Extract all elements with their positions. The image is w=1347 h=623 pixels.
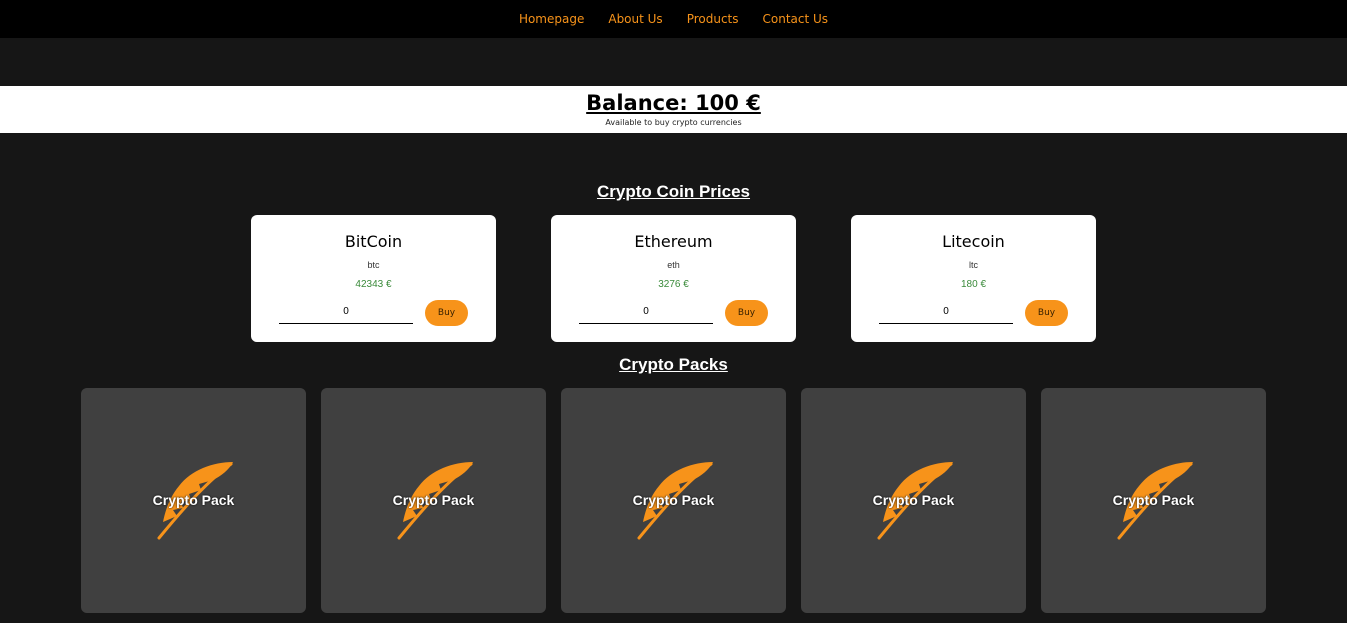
coin-price: 42343 € — [355, 279, 392, 290]
quantity-input[interactable] — [879, 300, 1013, 324]
coin-card-ltc: Litecoin ltc 180 € Buy — [851, 215, 1096, 342]
prices-section-title: Crypto Coin Prices — [596, 182, 751, 201]
pack-card[interactable]: Crypto Pack — [81, 388, 306, 613]
pack-card[interactable]: Crypto Pack — [321, 388, 546, 613]
pack-label: Crypto Pack — [392, 492, 475, 508]
coin-symbol: ltc — [969, 260, 978, 270]
pack-label: Crypto Pack — [152, 492, 235, 508]
buy-button[interactable]: Buy — [1025, 300, 1068, 326]
pack-label: Crypto Pack — [632, 492, 715, 508]
coin-symbol: eth — [667, 260, 680, 270]
top-nav: Homepage About Us Products Contact Us — [0, 0, 1347, 38]
pack-label: Crypto Pack — [872, 492, 955, 508]
coin-price: 180 € — [960, 279, 987, 290]
pack-card[interactable]: Crypto Pack — [801, 388, 1026, 613]
coin-symbol: btc — [367, 260, 380, 270]
balance-subtitle: Available to buy crypto currencies — [605, 118, 742, 127]
buy-button[interactable]: Buy — [425, 300, 468, 326]
nav-about-us[interactable]: About Us — [608, 12, 662, 26]
buy-row: Buy — [879, 300, 1079, 326]
pack-label: Crypto Pack — [1112, 492, 1195, 508]
packs-section-title: Crypto Packs — [619, 355, 728, 374]
quantity-input[interactable] — [279, 300, 413, 324]
buy-row: Buy — [279, 300, 479, 326]
balance-banner: Balance: 100 € Available to buy crypto c… — [0, 86, 1347, 133]
coin-name: Ethereum — [634, 232, 713, 251]
coin-name: BitCoin — [344, 232, 403, 251]
coin-name: Litecoin — [942, 232, 1005, 251]
nav-homepage[interactable]: Homepage — [519, 12, 584, 26]
pack-card[interactable]: Crypto Pack — [561, 388, 786, 613]
coin-card-eth: Ethereum eth 3276 € Buy — [551, 215, 796, 342]
coin-card-btc: BitCoin btc 42343 € Buy — [251, 215, 496, 342]
buy-button[interactable]: Buy — [725, 300, 768, 326]
balance-title: Balance: 100 € — [586, 91, 761, 115]
nav-products[interactable]: Products — [687, 12, 739, 26]
coin-price: 3276 € — [658, 279, 689, 290]
pack-card[interactable]: Crypto Pack — [1041, 388, 1266, 613]
nav-contact-us[interactable]: Contact Us — [763, 12, 829, 26]
quantity-input[interactable] — [579, 300, 713, 324]
buy-row: Buy — [579, 300, 779, 326]
